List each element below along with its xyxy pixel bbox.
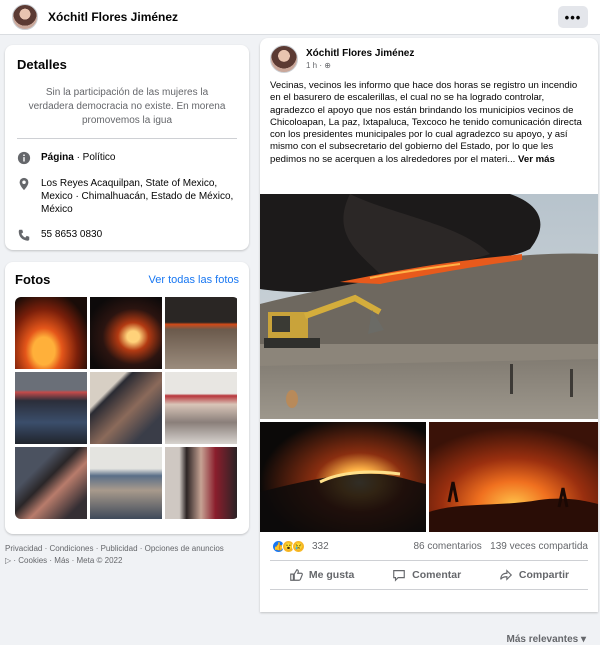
profile-avatar[interactable] — [12, 4, 38, 30]
comment-icon — [393, 570, 405, 582]
photo-thumbnail[interactable] — [15, 447, 87, 519]
post-text: Vecinas, vecinos les informo que hace do… — [260, 80, 598, 192]
sad-reaction-icon: 😢 — [292, 540, 305, 553]
info-icon — [17, 151, 31, 165]
phone-row: 55 8653 0830 — [17, 228, 237, 242]
reactions-summary[interactable]: 👍 😮 😢 332 — [272, 540, 329, 553]
location-pin-icon — [19, 177, 29, 191]
comment-button[interactable]: Comentar — [392, 568, 461, 582]
footer-line-1[interactable]: Privacidad · Condiciones · Publicidad · … — [5, 543, 250, 555]
night-fire-image — [260, 422, 426, 532]
post-card: Xóchitl Flores Jiménez 1 h · ⊕ Vecinas, … — [260, 38, 598, 645]
page-name[interactable]: Xóchitl Flores Jiménez — [48, 10, 178, 24]
like-label: Me gusta — [308, 569, 355, 581]
reactions-bar: 👍 😮 😢 332 86 comentarios 139 veces compa… — [272, 540, 588, 553]
page-header: Xóchitl Flores Jiménez ••• — [0, 0, 600, 35]
phone-icon — [18, 229, 30, 241]
footer-line-2[interactable]: ▷ · Cookies · Más · Meta © 2022 — [5, 555, 250, 567]
photo-thumbnail[interactable] — [15, 372, 87, 444]
photo-thumbnail[interactable] — [165, 372, 237, 444]
comment-label: Comentar — [412, 569, 462, 581]
details-title: Detalles — [17, 57, 67, 72]
address-row: Los Reyes Acaquilpan, State of Mexico, M… — [17, 177, 237, 216]
phone-number[interactable]: 55 8653 0830 — [41, 228, 102, 241]
comment-sort-dropdown[interactable]: Más relevantes ▾ — [506, 634, 586, 645]
share-button[interactable]: Compartir — [499, 568, 569, 582]
photos-card: Fotos Ver todas las fotos — [5, 262, 249, 534]
like-button[interactable]: Me gusta — [289, 568, 355, 582]
see-all-photos-link[interactable]: Ver todas las fotos — [149, 274, 240, 286]
footer-links: Privacidad · Condiciones · Publicidad · … — [5, 543, 250, 567]
post-author-name[interactable]: Xóchitl Flores Jiménez — [306, 48, 414, 59]
photo-thumbnail[interactable] — [15, 297, 87, 369]
reactions-count: 332 — [312, 541, 329, 552]
bio-text: Sin la participación de las mujeres la v… — [17, 86, 237, 139]
more-options-button[interactable]: ••• — [558, 6, 588, 28]
post-image-main[interactable] — [260, 194, 598, 419]
post-author-avatar[interactable] — [270, 45, 298, 73]
page-label: Página — [41, 152, 74, 163]
photo-thumbnail[interactable] — [90, 297, 162, 369]
post-actions: Me gusta Comentar Compartir — [270, 560, 588, 590]
share-icon — [500, 569, 512, 581]
post-timestamp[interactable]: 1 h · ⊕ — [306, 61, 414, 70]
photos-grid — [15, 297, 239, 519]
comments-count[interactable]: 86 comentarios — [413, 541, 481, 552]
post-image-night-fire[interactable] — [260, 422, 426, 532]
page-category-row: Página · Político — [17, 151, 237, 165]
see-more-link[interactable]: Ver más — [518, 154, 555, 165]
photos-title: Fotos — [15, 272, 51, 287]
share-label: Compartir — [518, 569, 570, 581]
photo-thumbnail[interactable] — [90, 447, 162, 519]
post-body: Vecinas, vecinos les informo que hace do… — [270, 80, 582, 165]
photo-thumbnail[interactable] — [165, 297, 237, 369]
thumbs-up-icon — [290, 569, 303, 581]
address-text: Los Reyes Acaquilpan, State of Mexico, M… — [41, 178, 234, 215]
orange-smoke-image — [429, 422, 598, 532]
post-image-orange-smoke[interactable] — [429, 422, 598, 532]
page-category: · Político — [73, 152, 116, 163]
details-card: Detalles Sin la participación de las muj… — [5, 45, 249, 250]
photo-thumbnail[interactable] — [165, 447, 237, 519]
shares-count[interactable]: 139 veces compartida — [490, 541, 588, 552]
fire-landfill-image — [260, 194, 598, 419]
photo-thumbnail[interactable] — [90, 372, 162, 444]
